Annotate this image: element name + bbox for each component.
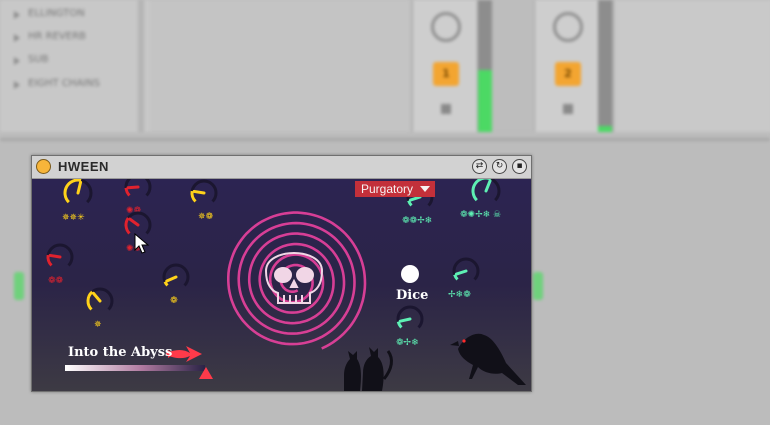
knob-symbols-g1: ❁❁✢❄ <box>402 216 433 226</box>
knob-r3[interactable] <box>44 241 76 273</box>
preset-dropdown-value: Purgatory <box>361 182 414 196</box>
host-empty-panel <box>150 0 410 132</box>
knob-symbols-r3: ❁❁ <box>48 276 64 286</box>
knob-track <box>162 263 190 287</box>
right-edge-indicator <box>533 272 543 300</box>
device-power-button[interactable] <box>36 159 51 174</box>
spiral-graphic <box>227 211 367 350</box>
browser-item-label: HR REVERB <box>28 31 86 42</box>
knob-g2[interactable] <box>469 179 503 208</box>
browser-item[interactable]: SUB <box>14 54 49 68</box>
abyss-slider-thumb[interactable] <box>199 367 213 379</box>
sync-icon[interactable]: ↻ <box>492 159 507 174</box>
knob-track <box>452 257 480 281</box>
knob-value-arc <box>86 290 94 311</box>
knob-g3[interactable] <box>450 255 482 287</box>
browser-item[interactable]: EIGHT CHAINS <box>14 78 100 92</box>
knob-pointer <box>484 179 492 193</box>
knob-pointer <box>192 189 206 195</box>
knob-pointer <box>165 275 178 283</box>
pan-knob[interactable] <box>553 12 583 42</box>
browser-panel: ELLINGTON HR REVERB SUB EIGHT CHAINS <box>0 0 152 132</box>
solo-button[interactable] <box>441 104 451 114</box>
knob-y2[interactable] <box>188 179 220 209</box>
knob-symbols-g3: ✢❄❁ <box>448 290 471 300</box>
knob-pointer <box>126 185 140 190</box>
panel-divider <box>0 138 770 141</box>
save-icon[interactable]: ▪ <box>512 159 527 174</box>
knob-y1[interactable] <box>61 179 95 210</box>
mixer-strip: 1 <box>412 0 478 132</box>
browser-item[interactable]: ELLINGTON <box>14 8 85 22</box>
knob-symbols-y3: ❁ <box>170 296 178 306</box>
level-meter <box>598 0 612 132</box>
dice-label: Dice <box>396 288 429 303</box>
mouse-cursor-icon <box>134 233 150 254</box>
knob-r1[interactable] <box>122 179 154 203</box>
knob-pointer <box>76 180 83 195</box>
knob-pointer <box>92 291 102 303</box>
knob-symbols-y4: ✵ <box>94 320 102 330</box>
knob-symbols-y2: ✵❁ <box>198 212 214 222</box>
left-edge-indicator <box>14 272 24 300</box>
cats-silhouette <box>344 347 393 391</box>
knob-track <box>396 305 424 329</box>
abyss-slider[interactable] <box>65 365 213 379</box>
level-meter-fill <box>478 70 492 132</box>
abyss-label: Into the Abyss <box>68 345 173 360</box>
loop-icon[interactable]: ⇄ <box>472 159 487 174</box>
track-activator-button[interactable]: 2 <box>555 62 581 86</box>
knob-y3[interactable] <box>160 261 192 293</box>
raven-silhouette <box>450 333 526 385</box>
level-meter <box>478 0 492 132</box>
disclosure-triangle-icon <box>14 34 20 42</box>
device-body: ✵✵✳ ✺❁ ✵❁ ✺❁ ❁❁ ❁ ✵ ❁❁✢❄ ❁✺✢❄ ☠ ✢❄❁ ❁✢❄ Purgatory … <box>32 179 531 391</box>
preset-dropdown[interactable]: Purgatory <box>355 181 435 197</box>
chevron-down-icon <box>420 186 430 192</box>
dice-button[interactable] <box>401 265 419 283</box>
pan-knob[interactable] <box>431 12 461 42</box>
disclosure-triangle-icon <box>14 81 20 89</box>
mixer-strip: 2 <box>534 0 600 132</box>
knob-symbols-g2: ❁✺✢❄ ☠ <box>460 210 502 220</box>
knob-pointer <box>408 195 422 202</box>
browser-scrollbar[interactable] <box>138 0 144 132</box>
disclosure-triangle-icon <box>14 11 20 19</box>
knob-pointer <box>128 217 140 227</box>
device-title: HWEEN <box>58 159 109 174</box>
knob-pointer <box>454 269 468 276</box>
track-activator-button[interactable]: 1 <box>433 62 459 86</box>
hween-device: HWEEN ⇄ ↻ ▪ ✵✵✳ ✺❁ ✵❁ ✺❁ ❁❁ ❁ ✵ ❁❁✢❄ ❁✺✢… <box>31 155 532 392</box>
host-right-panel <box>612 0 770 132</box>
browser-item-label: EIGHT CHAINS <box>28 78 100 89</box>
knob-y4[interactable] <box>84 285 116 317</box>
knob-pointer <box>48 253 62 259</box>
solo-button[interactable] <box>563 104 573 114</box>
knob-g4[interactable] <box>394 303 426 335</box>
knob-pointer <box>398 317 412 323</box>
browser-item[interactable]: HR REVERB <box>14 31 86 45</box>
device-title-bar[interactable]: HWEEN ⇄ ↻ ▪ <box>32 156 531 179</box>
knob-symbols-y1: ✵✵✳ <box>62 213 85 223</box>
knob-symbols-g4: ❁✢❄ <box>396 338 419 348</box>
disclosure-triangle-icon <box>14 57 20 65</box>
browser-item-label: SUB <box>28 54 49 65</box>
browser-item-label: ELLINGTON <box>28 8 85 19</box>
